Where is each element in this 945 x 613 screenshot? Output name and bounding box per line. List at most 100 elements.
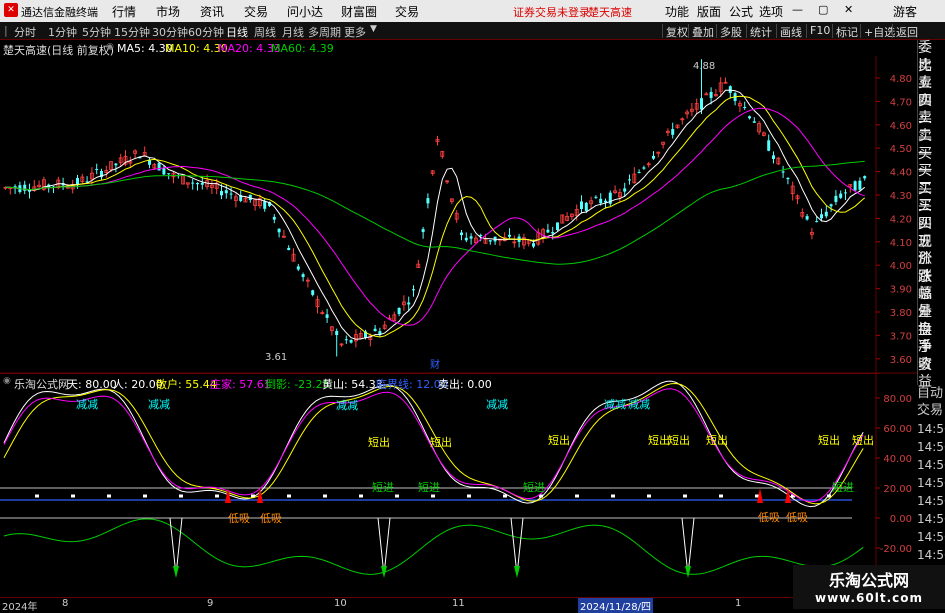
candle-body: [700, 98, 703, 110]
price-tick-8: 4.00: [890, 261, 912, 272]
price-tick-3: 4.50: [890, 144, 912, 155]
candle-body: [781, 171, 785, 173]
linjie-dot: [71, 494, 75, 498]
quote-field-17[interactable]: 净资: [918, 339, 945, 373]
candle-body: [839, 193, 843, 198]
date-axis: 2024年 8 9 10 11 2024/11/28/四 1: [0, 597, 880, 613]
quote-field-15[interactable]: 外盘: [918, 304, 945, 338]
auto-trade-panel: 自动 交易: [917, 385, 945, 420]
quote-field-7[interactable]: 买二: [918, 163, 945, 197]
candle-body: [863, 176, 867, 179]
label-dixi-3: 低吸: [786, 511, 808, 524]
date-oct: 10: [334, 598, 347, 609]
candle-body: [229, 193, 233, 195]
label-jian-4: 减减: [604, 398, 626, 411]
quote-field-12[interactable]: 涨跌: [918, 251, 945, 285]
quote-field-14[interactable]: 总量: [918, 286, 945, 320]
candle-body: [200, 182, 204, 185]
quote-field-11[interactable]: 现价: [918, 234, 945, 268]
candle-body: [287, 247, 291, 251]
date-year: 2024年: [2, 602, 38, 613]
candle-body: [296, 266, 300, 270]
price-tick-12: 3.60: [890, 355, 912, 366]
candle-body: [325, 314, 329, 318]
time-ticks: 14:56 14:56 14:56 14:56 14:56 14:56 14:56 14:56…: [917, 420, 945, 582]
quote-field-3[interactable]: 卖三: [918, 93, 945, 127]
candle-body: [829, 204, 833, 207]
quote-field-4[interactable]: 卖二: [918, 110, 945, 144]
date-sep: 9: [207, 598, 214, 609]
price-tick-9: 3.90: [890, 285, 912, 296]
label-jian-0: 减减: [76, 398, 98, 411]
quote-field-16[interactable]: 换手: [918, 322, 945, 356]
time-tick-6: 14:56: [917, 530, 945, 544]
candle-body: [594, 196, 598, 198]
candle-body: [114, 163, 118, 166]
linjie-dot: [359, 494, 363, 498]
label-dixi-2: 低吸: [758, 511, 780, 524]
label-duanchu-0: 短出: [368, 435, 390, 449]
cai-marker: 财: [430, 358, 440, 371]
candle-body: [752, 121, 756, 123]
quote-field-13[interactable]: 涨幅: [918, 269, 945, 303]
candle-body: [349, 339, 353, 343]
label-duanchu-2: 短出: [548, 433, 570, 447]
linjie-dot: [683, 494, 687, 498]
date-nov: 11: [452, 598, 465, 609]
maichu-value: 卖出: 0.00: [438, 378, 492, 391]
candle-body: [599, 198, 603, 204]
quote-field-1[interactable]: 卖五: [918, 58, 945, 92]
quote-field-10[interactable]: 买五: [918, 216, 945, 250]
quote-field-6[interactable]: 买一: [918, 146, 945, 180]
spike-arrow-2: [514, 566, 520, 578]
label-jian-2: 减减: [336, 399, 358, 412]
price-tick-4: 4.40: [890, 168, 912, 179]
linjie-value: 临界线: 12.00: [376, 378, 448, 391]
candle-body: [805, 216, 809, 220]
chart-canvas[interactable]: 4.80 4.70 4.60 4.50 4.40 4.30 4.20 4.10 4.00 3.90…: [0, 0, 945, 609]
quote-field-8[interactable]: 买三: [918, 181, 945, 215]
date-jan: 1: [735, 598, 742, 609]
auto-trade-0[interactable]: 自动: [917, 385, 945, 402]
date-aug: 8: [62, 598, 69, 609]
candle-body: [196, 182, 199, 185]
candle-body: [532, 243, 535, 247]
linjie-dot: [323, 494, 327, 498]
linjie-dot: [647, 494, 651, 498]
candle-body: [743, 107, 747, 109]
sub-tick-2: 40.00: [883, 454, 912, 465]
price-tick-7: 4.10: [890, 238, 912, 249]
indicator-icon[interactable]: ◉: [3, 376, 11, 386]
candle-body: [642, 167, 646, 169]
candle-body: [426, 198, 430, 204]
candle-body: [637, 171, 641, 173]
candle-body: [412, 289, 415, 291]
price-tick-2: 4.60: [890, 121, 912, 132]
candle-body: [397, 307, 401, 315]
quote-field-2[interactable]: 卖四: [918, 75, 945, 109]
label-duanchu-3: 短出: [648, 433, 670, 447]
candle-body: [858, 180, 862, 190]
label-jian-3: 减减: [486, 398, 508, 411]
auto-trade-1[interactable]: 交易: [917, 402, 945, 419]
quote-field-5[interactable]: 卖一: [918, 128, 945, 162]
candle-body: [584, 202, 588, 211]
quote-field-18[interactable]: 收益: [918, 357, 945, 391]
candle-body: [623, 188, 627, 192]
linjie-dot: [431, 494, 435, 498]
label-duanchu-4: 短出: [668, 433, 690, 447]
time-tick-5: 14:56: [917, 512, 945, 526]
sub-tick-1: 60.00: [883, 424, 912, 435]
quote-field-0[interactable]: 委比: [918, 40, 945, 74]
candle-body: [488, 240, 492, 242]
spike-arrow-0: [173, 566, 179, 578]
candle-body: [709, 91, 713, 98]
candle-body: [272, 216, 276, 220]
linjie-dot: [179, 494, 183, 498]
price-tick-11: 3.70: [890, 331, 912, 342]
quote-field-9[interactable]: 买四: [918, 198, 945, 232]
candle-body: [421, 229, 425, 233]
linjie-dot: [719, 494, 723, 498]
watermark: 乐淘公式网 www.60lt.com: [793, 565, 945, 609]
price-tick-10: 3.80: [890, 308, 912, 319]
